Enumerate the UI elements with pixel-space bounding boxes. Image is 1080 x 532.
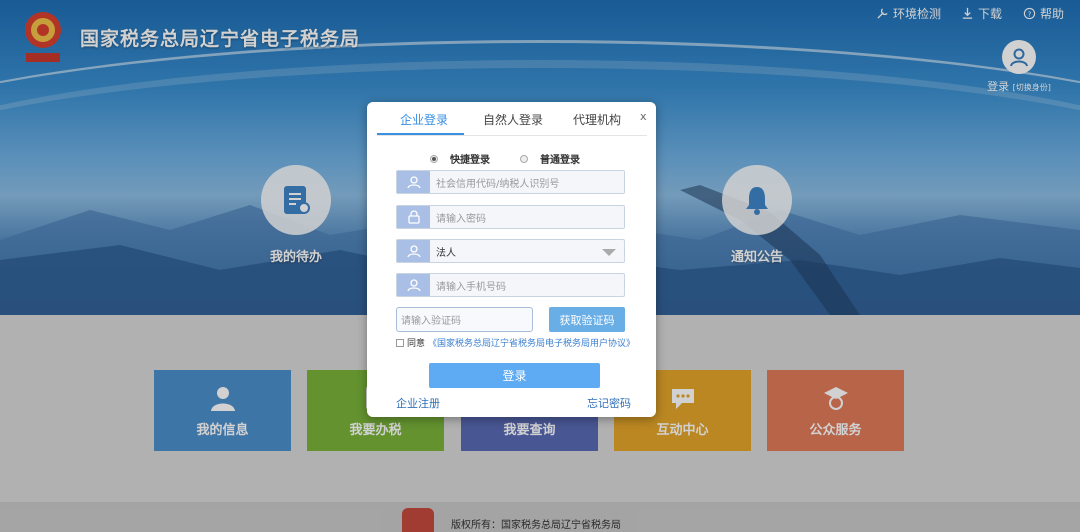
- phone-field[interactable]: 请输入手机号码: [396, 273, 625, 297]
- verification-code-placeholder: 请输入验证码: [401, 316, 461, 327]
- phone-placeholder: 请输入手机号码: [436, 281, 506, 293]
- verification-code-input[interactable]: 请输入验证码: [396, 307, 533, 332]
- quick-login-option[interactable]: 快捷登录: [430, 151, 490, 166]
- login-button[interactable]: 登录: [429, 363, 600, 388]
- active-tab-indicator: [377, 133, 464, 135]
- tab-divider: [377, 135, 647, 136]
- password-placeholder: 请输入密码: [436, 213, 486, 225]
- chevron-down-icon[interactable]: [602, 249, 616, 256]
- password-field[interactable]: 请输入密码: [396, 205, 625, 229]
- normal-login-label: 普通登录: [540, 155, 580, 166]
- tab-agency-login[interactable]: 代理机构: [573, 111, 621, 128]
- credit-code-placeholder: 社会信用代码/纳税人识别号: [436, 178, 560, 190]
- user-icon: [397, 274, 430, 296]
- close-button[interactable]: x: [640, 110, 647, 123]
- role-value: 法人: [436, 247, 456, 259]
- credit-code-field[interactable]: 社会信用代码/纳税人识别号: [396, 170, 625, 194]
- quick-login-label: 快捷登录: [450, 155, 490, 166]
- agreement-checkbox[interactable]: [396, 338, 404, 347]
- login-tabs: 企业登录 自然人登录 代理机构 x: [367, 102, 656, 136]
- get-code-button[interactable]: 获取验证码: [549, 307, 625, 332]
- register-link[interactable]: 企业注册: [396, 395, 440, 411]
- user-icon: [397, 171, 430, 193]
- tab-enterprise-login[interactable]: 企业登录: [400, 111, 448, 128]
- agreement-prefix: 同意: [407, 339, 426, 349]
- login-dialog: 企业登录 自然人登录 代理机构 x 快捷登录 普通登录 社会信用代码/纳税人识别…: [367, 102, 656, 417]
- agreement-link[interactable]: 《国家税务总局辽宁省税务局电子税务局用户协议》: [428, 336, 635, 349]
- agreement-row: 同意 《国家税务总局辽宁省税务局电子税务局用户协议》: [396, 336, 635, 349]
- role-select[interactable]: 法人: [396, 239, 625, 263]
- normal-login-radio[interactable]: [520, 154, 528, 163]
- tab-individual-login[interactable]: 自然人登录: [483, 111, 543, 128]
- quick-login-radio[interactable]: [430, 154, 438, 163]
- normal-login-option[interactable]: 普通登录: [520, 151, 580, 166]
- lock-icon: [397, 206, 430, 228]
- user-icon: [397, 240, 430, 262]
- forgot-password-link[interactable]: 忘记密码: [587, 395, 631, 411]
